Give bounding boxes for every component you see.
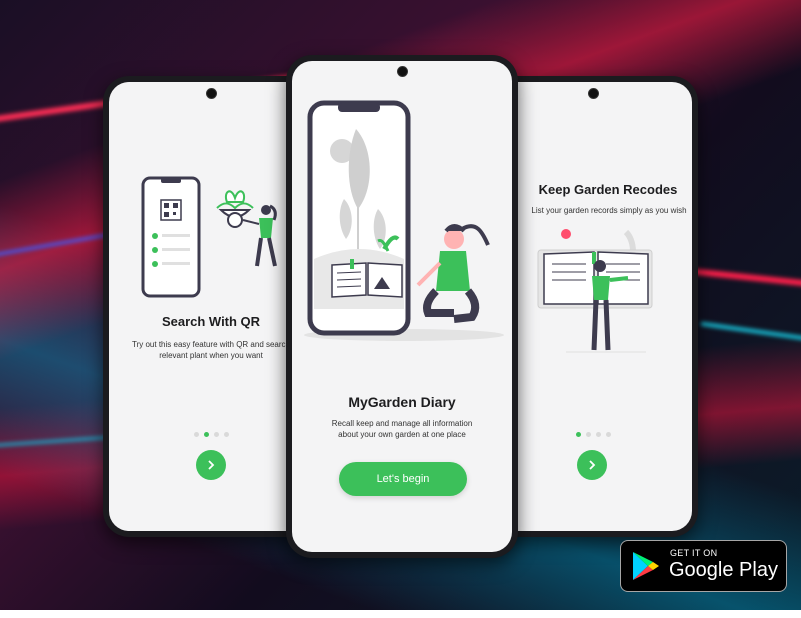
front-camera [588, 88, 599, 99]
screen-description-line-1: Try out this easy feature with QR and se… [132, 340, 290, 349]
page-indicator [576, 432, 611, 437]
page-dot-active [204, 432, 209, 437]
front-camera [206, 88, 217, 99]
garden-records-illustration [537, 229, 653, 353]
next-button[interactable] [196, 450, 226, 480]
badge-main-text: Google Play [669, 559, 778, 581]
chevron-right-icon [208, 460, 215, 470]
promo-background: Search With QR Try out this easy feature… [0, 0, 801, 610]
google-play-icon [633, 552, 659, 580]
page-dot [596, 432, 601, 437]
lets-begin-button[interactable]: Let's begin [339, 462, 467, 496]
left-phone-screen: Search With QR Try out this easy feature… [109, 82, 313, 531]
center-phone-screen: MyGarden Diary Recall keep and manage al… [292, 61, 512, 552]
screen-description-line-2: about your own garden at one place [338, 430, 466, 439]
front-camera [397, 66, 408, 77]
center-phone: MyGarden Diary Recall keep and manage al… [286, 55, 518, 558]
screen-title: Search With QR [161, 314, 261, 329]
badge-top-text: GET IT ON [670, 548, 718, 558]
next-button[interactable] [577, 450, 607, 480]
page-indicator [194, 432, 229, 437]
page-dot [194, 432, 199, 437]
page-dot [586, 432, 591, 437]
page-dot-active [576, 432, 581, 437]
qr-search-illustration [141, 176, 277, 298]
chevron-right-icon [589, 460, 596, 470]
screen-description-line-2: relevant plant when you want [159, 351, 263, 360]
page-dot [224, 432, 229, 437]
google-play-badge[interactable]: GET IT ON Google Play [620, 540, 787, 592]
page-dot [214, 432, 219, 437]
screen-title: MyGarden Diary [348, 394, 456, 410]
page-dot [606, 432, 611, 437]
garden-diary-illustration [304, 100, 504, 341]
screen-description-line-1: Recall keep and manage all information [331, 419, 473, 428]
